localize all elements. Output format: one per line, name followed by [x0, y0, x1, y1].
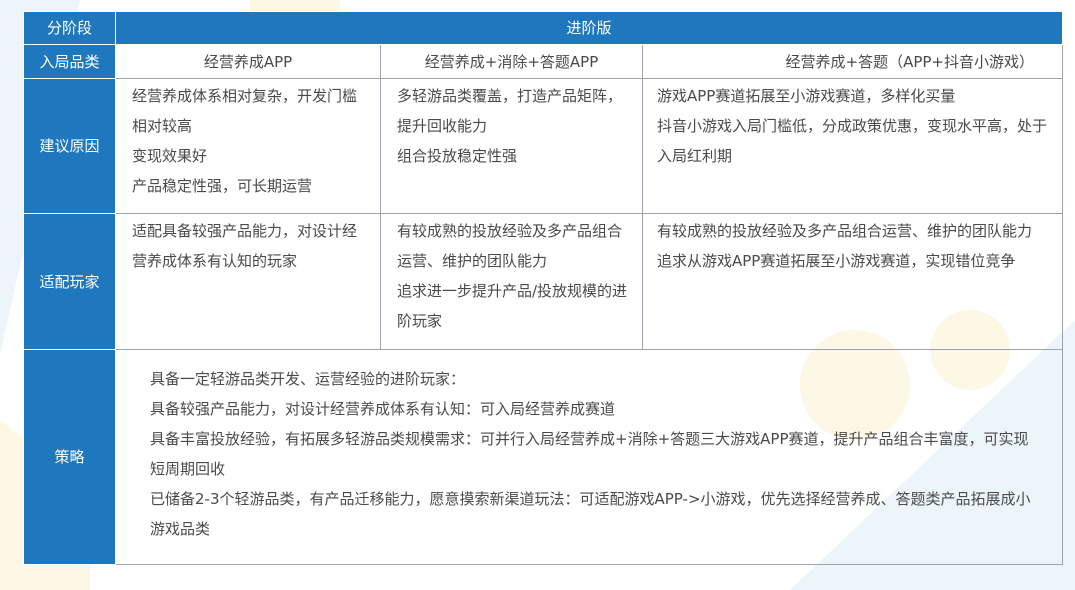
reason-row-label: 建议原因 [23, 78, 116, 214]
category-cell-3: 经营养成+答题（APP+抖音小游戏） [641, 44, 1064, 79]
strategy-row-label: 策略 [23, 349, 116, 565]
player-cell-2-line: 追求进一步提升产品/投放规模的进阶玩家 [397, 282, 628, 330]
strategy-cell: 具备一定轻游品类开发、运营经验的进阶玩家： 具备较强产品能力，对设计经营养成体系… [114, 349, 1064, 565]
reason-cell-3-line: 游戏APP赛道拓展至小游戏赛道，多样化买量 [657, 87, 956, 105]
reason-cell-2-line: 组合投放稳定性强 [397, 147, 518, 165]
reason-cell-1-line: 产品稳定性强，可长期运营 [132, 177, 313, 195]
player-row-label: 适配玩家 [23, 213, 116, 350]
player-cell-3-line: 追求从游戏APP赛道拓展至小游戏赛道，实现错位竞争 [657, 252, 1016, 270]
category-cell-2: 经营养成+消除+答题APP [380, 44, 643, 79]
category-row: 入局品类 经营养成APP 经营养成+消除+答题APP 经营养成+答题（APP+抖… [23, 44, 1064, 79]
reason-cell-2: 多轻游品类覆盖，打造产品矩阵，提升回收能力 组合投放稳定性强 [380, 78, 643, 214]
reason-cell-1: 经营养成体系相对复杂，开发门槛相对较高 变现效果好 产品稳定性强，可长期运营 [115, 78, 381, 214]
strategy-line: 具备较强产品能力，对设计经营养成体系有认知：可入局经营养成赛道 [150, 400, 616, 418]
stage-value: 进阶版 [114, 11, 1064, 45]
reason-cell-3-line: 抖音小游戏入局门槛低，分成政策优惠，变现水平高，处于入局红利期 [657, 117, 1048, 165]
reason-cell-3: 游戏APP赛道拓展至小游戏赛道，多样化买量 抖音小游戏入局门槛低，分成政策优惠，… [641, 78, 1064, 214]
page: 分阶段 进阶版 入局品类 经营养成APP 经营养成+消除+答题APP 经营养成+… [0, 0, 1075, 590]
strategy-table: 分阶段 进阶版 入局品类 经营养成APP 经营养成+消除+答题APP 经营养成+… [23, 11, 1064, 565]
reason-cell-1-line: 变现效果好 [132, 147, 208, 165]
strategy-row: 策略 具备一定轻游品类开发、运营经验的进阶玩家： 具备较强产品能力，对设计经营养… [23, 349, 1064, 565]
player-cell-1: 适配具备较强产品能力，对设计经营养成体系有认知的玩家 [115, 213, 381, 350]
reason-row: 建议原因 经营养成体系相对复杂，开发门槛相对较高 变现效果好 产品稳定性强，可长… [23, 78, 1064, 214]
player-cell-2-line: 有较成熟的投放经验及多产品组合运营、维护的团队能力 [397, 222, 623, 270]
player-row: 适配玩家 适配具备较强产品能力，对设计经营养成体系有认知的玩家 有较成熟的投放经… [23, 213, 1064, 350]
player-cell-2: 有较成熟的投放经验及多产品组合运营、维护的团队能力 追求进一步提升产品/投放规模… [380, 213, 643, 350]
player-cell-3-line: 有较成熟的投放经验及多产品组合运营、维护的团队能力 [657, 222, 1033, 240]
player-cell-1-line: 适配具备较强产品能力，对设计经营养成体系有认知的玩家 [132, 222, 358, 270]
stage-label: 分阶段 [23, 11, 116, 45]
strategy-line: 已储备2-3个轻游品类，有产品迁移能力，愿意摸索新渠道玩法：可适配游戏APP->… [150, 490, 1031, 538]
player-cell-3: 有较成熟的投放经验及多产品组合运营、维护的团队能力 追求从游戏APP赛道拓展至小… [641, 213, 1064, 350]
category-cell-1: 经营养成APP [115, 44, 381, 79]
category-row-label: 入局品类 [23, 44, 116, 79]
reason-cell-1-line: 经营养成体系相对复杂，开发门槛相对较高 [132, 87, 358, 135]
stage-row: 分阶段 进阶版 [23, 11, 1064, 45]
strategy-line: 具备一定轻游品类开发、运营经验的进阶玩家： [150, 370, 466, 388]
reason-cell-2-line: 多轻游品类覆盖，打造产品矩阵，提升回收能力 [397, 87, 623, 135]
strategy-line: 具备丰富投放经验，有拓展多轻游品类规模需求：可并行入局经营养成+消除+答题三大游… [150, 430, 1029, 478]
